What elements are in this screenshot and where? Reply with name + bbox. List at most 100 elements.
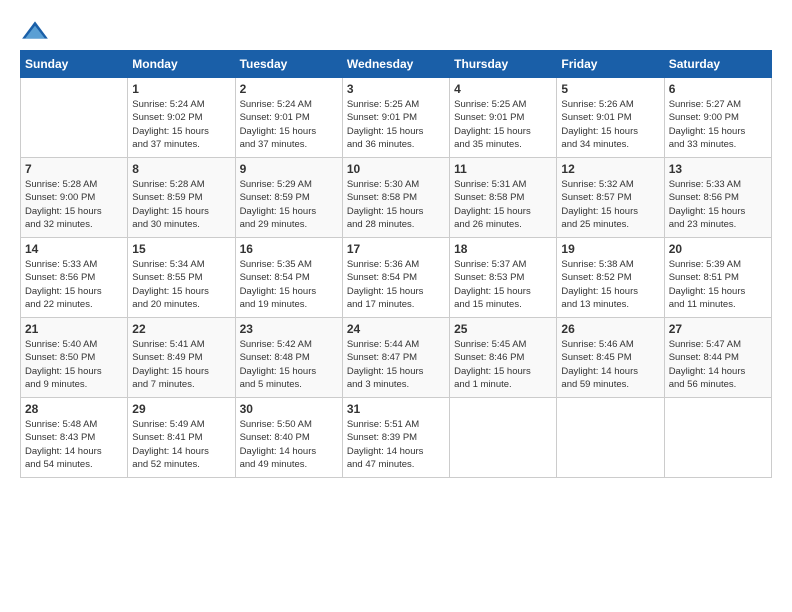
calendar-cell: 8Sunrise: 5:28 AM Sunset: 8:59 PM Daylig… — [128, 158, 235, 238]
calendar-cell: 20 Sunrise: 5:39 AM Sunset: 8:51 PM Dayli… — [664, 238, 771, 318]
calendar-week-row: 1 Sunrise: 5:24 AM Sunset: 9:02 PM Daylig… — [21, 78, 772, 158]
calendar-cell: 11 Sunrise: 5:31 AM Sunset: 8:58 PM Dayli… — [450, 158, 557, 238]
day-number: 22 — [132, 322, 230, 336]
calendar-cell: 9 Sunrise: 5:29 AM Sunset: 8:59 PM Daylig… — [235, 158, 342, 238]
calendar-cell: 29 Sunrise: 5:49 AM Sunset: 8:41 PM Dayli… — [128, 398, 235, 478]
weekday-header: Monday — [128, 51, 235, 78]
calendar-cell: 12 Sunrise: 5:32 AM Sunset: 8:57 PM Dayli… — [557, 158, 664, 238]
weekday-header: Sunday — [21, 51, 128, 78]
weekday-header: Saturday — [664, 51, 771, 78]
day-info: Sunrise: 5:39 AM Sunset: 8:51 PM Dayligh… — [669, 258, 767, 311]
day-info: Sunrise: 5:42 AM Sunset: 8:48 PM Dayligh… — [240, 338, 338, 391]
page-header — [20, 20, 772, 40]
day-number: 18 — [454, 242, 552, 256]
calendar-cell: 5 Sunrise: 5:26 AM Sunset: 9:01 PM Daylig… — [557, 78, 664, 158]
calendar-cell: 4 Sunrise: 5:25 AM Sunset: 9:01 PM Daylig… — [450, 78, 557, 158]
calendar-cell: 22 Sunrise: 5:41 AM Sunset: 8:49 PM Dayli… — [128, 318, 235, 398]
day-number: 17 — [347, 242, 445, 256]
calendar-cell: 31 Sunrise: 5:51 AM Sunset: 8:39 PM Dayli… — [342, 398, 449, 478]
day-number: 26 — [561, 322, 659, 336]
day-number: 28 — [25, 402, 123, 416]
calendar-cell: 26 Sunrise: 5:46 AM Sunset: 8:45 PM Dayli… — [557, 318, 664, 398]
day-number: 7 — [25, 162, 123, 176]
day-number: 16 — [240, 242, 338, 256]
day-number: 1 — [132, 82, 230, 96]
day-info: Sunrise: 5:33 AM Sunset: 8:56 PM Dayligh… — [25, 258, 123, 311]
day-number: 15 — [132, 242, 230, 256]
day-info: Sunrise: 5:51 AM Sunset: 8:39 PM Dayligh… — [347, 418, 445, 471]
day-info: Sunrise: 5:27 AM Sunset: 9:00 PM Dayligh… — [669, 98, 767, 151]
day-info: Sunrise: 5:24 AM Sunset: 9:02 PM Dayligh… — [132, 98, 230, 151]
weekday-header: Friday — [557, 51, 664, 78]
day-number: 4 — [454, 82, 552, 96]
calendar-week-row: 28 Sunrise: 5:48 AM Sunset: 8:43 PM Dayli… — [21, 398, 772, 478]
day-number: 25 — [454, 322, 552, 336]
calendar-cell: 15 Sunrise: 5:34 AM Sunset: 8:55 PM Dayli… — [128, 238, 235, 318]
day-info: Sunrise: 5:25 AM Sunset: 9:01 PM Dayligh… — [454, 98, 552, 151]
day-info: Sunrise: 5:38 AM Sunset: 8:52 PM Dayligh… — [561, 258, 659, 311]
day-number: 27 — [669, 322, 767, 336]
calendar-cell: 7 Sunrise: 5:28 AM Sunset: 9:00 PM Daylig… — [21, 158, 128, 238]
calendar-cell — [450, 398, 557, 478]
weekday-header: Thursday — [450, 51, 557, 78]
day-info: Sunrise: 5:49 AM Sunset: 8:41 PM Dayligh… — [132, 418, 230, 471]
day-info: Sunrise: 5:40 AM Sunset: 8:50 PM Dayligh… — [25, 338, 123, 391]
calendar-cell: 1 Sunrise: 5:24 AM Sunset: 9:02 PM Daylig… — [128, 78, 235, 158]
calendar-cell: 16 Sunrise: 5:35 AM Sunset: 8:54 PM Dayli… — [235, 238, 342, 318]
day-info: Sunrise: 5:47 AM Sunset: 8:44 PM Dayligh… — [669, 338, 767, 391]
calendar-header-row: SundayMondayTuesdayWednesdayThursdayFrid… — [21, 51, 772, 78]
calendar-cell: 30 Sunrise: 5:50 AM Sunset: 8:40 PM Dayli… — [235, 398, 342, 478]
day-number: 19 — [561, 242, 659, 256]
day-number: 29 — [132, 402, 230, 416]
day-number: 24 — [347, 322, 445, 336]
day-info: Sunrise: 5:33 AM Sunset: 8:56 PM Dayligh… — [669, 178, 767, 231]
day-number: 6 — [669, 82, 767, 96]
day-info: Sunrise: 5:29 AM Sunset: 8:59 PM Dayligh… — [240, 178, 338, 231]
calendar-table: SundayMondayTuesdayWednesdayThursdayFrid… — [20, 50, 772, 478]
day-info: Sunrise: 5:45 AM Sunset: 8:46 PM Dayligh… — [454, 338, 552, 391]
day-number: 13 — [669, 162, 767, 176]
day-info: Sunrise: 5:44 AM Sunset: 8:47 PM Dayligh… — [347, 338, 445, 391]
weekday-header: Tuesday — [235, 51, 342, 78]
day-number: 21 — [25, 322, 123, 336]
day-number: 5 — [561, 82, 659, 96]
day-info: Sunrise: 5:31 AM Sunset: 8:58 PM Dayligh… — [454, 178, 552, 231]
day-number: 30 — [240, 402, 338, 416]
day-info: Sunrise: 5:46 AM Sunset: 8:45 PM Dayligh… — [561, 338, 659, 391]
day-info: Sunrise: 5:50 AM Sunset: 8:40 PM Dayligh… — [240, 418, 338, 471]
day-info: Sunrise: 5:26 AM Sunset: 9:01 PM Dayligh… — [561, 98, 659, 151]
day-info: Sunrise: 5:34 AM Sunset: 8:55 PM Dayligh… — [132, 258, 230, 311]
day-info: Sunrise: 5:36 AM Sunset: 8:54 PM Dayligh… — [347, 258, 445, 311]
weekday-header: Wednesday — [342, 51, 449, 78]
calendar-cell: 19 Sunrise: 5:38 AM Sunset: 8:52 PM Dayli… — [557, 238, 664, 318]
calendar-cell: 27 Sunrise: 5:47 AM Sunset: 8:44 PM Dayli… — [664, 318, 771, 398]
day-info: Sunrise: 5:48 AM Sunset: 8:43 PM Dayligh… — [25, 418, 123, 471]
calendar-cell — [664, 398, 771, 478]
calendar-cell: 14Sunrise: 5:33 AM Sunset: 8:56 PM Dayli… — [21, 238, 128, 318]
day-info: Sunrise: 5:35 AM Sunset: 8:54 PM Dayligh… — [240, 258, 338, 311]
calendar-cell: 3Sunrise: 5:25 AM Sunset: 9:01 PM Daylig… — [342, 78, 449, 158]
calendar-week-row: 14Sunrise: 5:33 AM Sunset: 8:56 PM Dayli… — [21, 238, 772, 318]
day-number: 9 — [240, 162, 338, 176]
day-number: 12 — [561, 162, 659, 176]
calendar-cell: 18 Sunrise: 5:37 AM Sunset: 8:53 PM Dayli… — [450, 238, 557, 318]
day-info: Sunrise: 5:41 AM Sunset: 8:49 PM Dayligh… — [132, 338, 230, 391]
day-number: 11 — [454, 162, 552, 176]
day-number: 23 — [240, 322, 338, 336]
day-info: Sunrise: 5:37 AM Sunset: 8:53 PM Dayligh… — [454, 258, 552, 311]
calendar-cell — [21, 78, 128, 158]
day-info: Sunrise: 5:32 AM Sunset: 8:57 PM Dayligh… — [561, 178, 659, 231]
day-number: 31 — [347, 402, 445, 416]
day-info: Sunrise: 5:28 AM Sunset: 9:00 PM Dayligh… — [25, 178, 123, 231]
calendar-week-row: 21 Sunrise: 5:40 AM Sunset: 8:50 PM Dayli… — [21, 318, 772, 398]
calendar-cell: 13 Sunrise: 5:33 AM Sunset: 8:56 PM Dayli… — [664, 158, 771, 238]
day-number: 3 — [347, 82, 445, 96]
logo-icon — [20, 20, 50, 40]
calendar-cell: 24 Sunrise: 5:44 AM Sunset: 8:47 PM Dayli… — [342, 318, 449, 398]
calendar-week-row: 7 Sunrise: 5:28 AM Sunset: 9:00 PM Daylig… — [21, 158, 772, 238]
calendar-cell: 6 Sunrise: 5:27 AM Sunset: 9:00 PM Daylig… — [664, 78, 771, 158]
logo — [20, 20, 54, 40]
day-info: Sunrise: 5:28 AM Sunset: 8:59 PM Dayligh… — [132, 178, 230, 231]
calendar-cell: 21 Sunrise: 5:40 AM Sunset: 8:50 PM Dayli… — [21, 318, 128, 398]
day-number: 20 — [669, 242, 767, 256]
